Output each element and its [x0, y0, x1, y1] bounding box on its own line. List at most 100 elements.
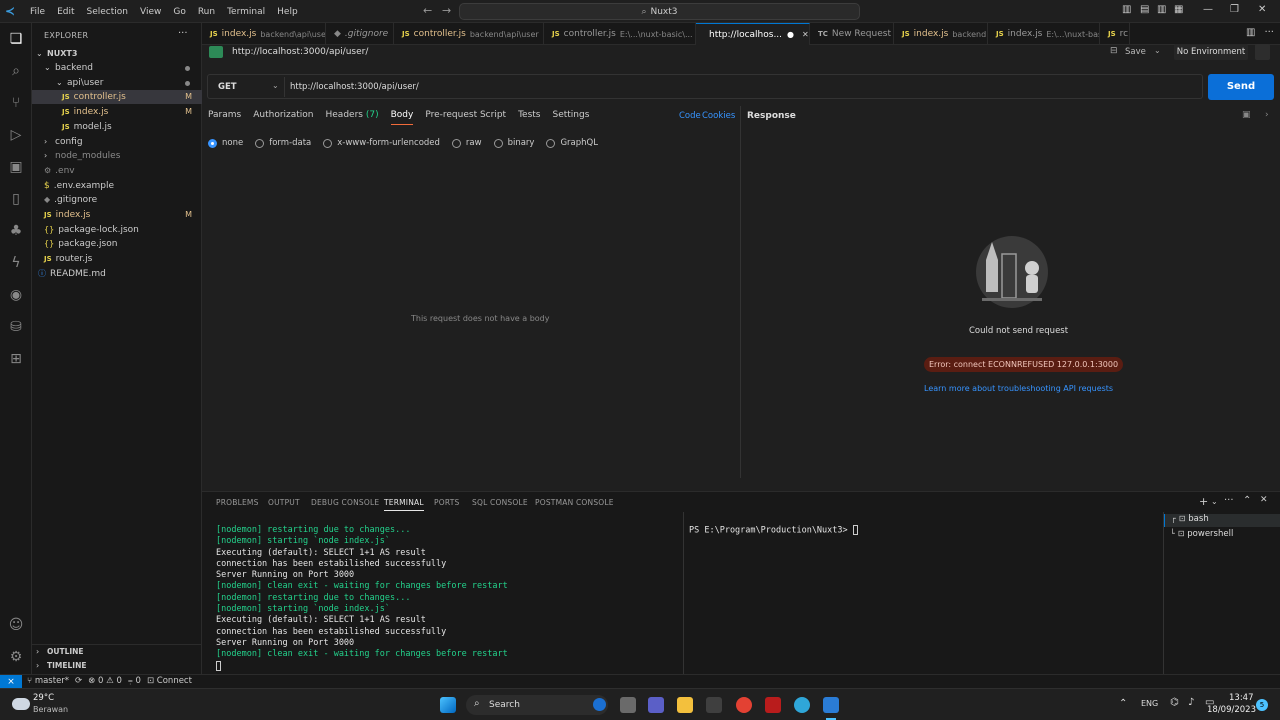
tray-overflow-icon[interactable]: ⌃: [1119, 698, 1127, 709]
tree-item[interactable]: JS index.js M: [32, 105, 202, 119]
database-icon[interactable]: ⛁: [6, 317, 26, 337]
temperature[interactable]: 29°C: [33, 693, 54, 703]
tree-item[interactable]: {} package.json: [32, 237, 202, 251]
more-actions-icon[interactable]: ···: [178, 28, 188, 39]
source-control-icon[interactable]: ⑂: [6, 93, 26, 113]
tab-settings[interactable]: Settings: [552, 110, 589, 125]
remote-indicator-icon[interactable]: ⨯: [0, 675, 22, 689]
problems-indicator[interactable]: ⊗ 0 ⚠ 0: [88, 676, 122, 686]
outline-section[interactable]: › OUTLINE: [32, 644, 202, 658]
tree-item[interactable]: JS index.js M: [32, 208, 202, 222]
language-indicator[interactable]: ENG: [1141, 699, 1158, 708]
method-dropdown-icon[interactable]: ⌄: [272, 81, 279, 90]
ports-indicator[interactable]: ⩦ 0: [128, 676, 141, 686]
menu-selection[interactable]: Selection: [81, 7, 134, 17]
editor-tab[interactable]: http://localhos... ● ✕: [696, 23, 810, 45]
tab-body[interactable]: Body: [390, 110, 414, 125]
tab-problems[interactable]: PROBLEMS: [216, 498, 259, 507]
editor-tab[interactable]: TC New Request: [810, 23, 894, 45]
editor-tab[interactable]: ◆ .gitignore: [326, 23, 394, 45]
troubleshoot-link[interactable]: Learn more about troubleshooting API req…: [924, 384, 1113, 393]
environment-quick-look-icon[interactable]: [1255, 44, 1270, 60]
thunder-icon[interactable]: ϟ: [6, 253, 26, 273]
editor-tab[interactable]: JS rc: [1100, 23, 1130, 45]
terminal-output[interactable]: [nodemon] restarting due to changes... [n…: [216, 525, 508, 661]
tree-item[interactable]: ◆ .gitignore: [32, 193, 202, 207]
close-window-icon[interactable]: ✕: [1258, 4, 1266, 15]
task-view-icon[interactable]: [620, 697, 636, 713]
windows-start-icon[interactable]: [440, 697, 456, 713]
more-actions-icon[interactable]: ···: [1224, 495, 1234, 506]
network-icon[interactable]: ⌬: [1170, 697, 1179, 708]
radio-binary[interactable]: binary: [493, 138, 534, 148]
menu-run[interactable]: Run: [192, 7, 221, 17]
editor-tab[interactable]: JSindex.jsbackend\api\userM: [202, 23, 326, 45]
toggle-secondary-sidebar-icon[interactable]: ▥: [1157, 4, 1166, 15]
clock-date[interactable]: 18/09/2023: [1207, 705, 1256, 715]
tab-authorization[interactable]: Authorization: [253, 110, 313, 125]
tab-sql-console[interactable]: SQL CONSOLE: [472, 498, 528, 507]
sync-icon[interactable]: ⟳: [75, 676, 82, 686]
terminal-dropdown-icon[interactable]: ⌄: [1211, 497, 1218, 506]
settings-gear-icon[interactable]: ⚙: [6, 647, 26, 667]
terminal-item-bash[interactable]: ┌ ⊡ bash: [1164, 514, 1280, 527]
tab-postman-console[interactable]: POSTMAN CONSOLE: [535, 498, 614, 507]
extensions-icon[interactable]: ▣: [6, 157, 26, 177]
radio-urlencoded[interactable]: x-www-form-urlencoded: [323, 138, 440, 148]
tree-item[interactable]: › config: [32, 135, 202, 149]
device-icon[interactable]: ▯: [6, 189, 26, 209]
editor-tab[interactable]: JSindex.jsbackendM: [894, 23, 988, 45]
new-terminal-icon[interactable]: +: [1199, 495, 1208, 508]
forward-arrow-icon[interactable]: →: [442, 4, 451, 17]
tree-item[interactable]: JS controller.js M: [32, 90, 202, 105]
customize-layout-icon[interactable]: ▦: [1174, 4, 1183, 15]
chrome-icon[interactable]: [736, 697, 752, 713]
environment-select[interactable]: No Environment: [1174, 44, 1248, 60]
editor-tab[interactable]: JScontroller.jsbackend\api\userM: [394, 23, 544, 45]
explorer-icon[interactable]: ❏: [6, 29, 26, 49]
powershell-prompt[interactable]: PS E:\Program\Production\Nuxt3>: [689, 525, 858, 537]
edge-icon[interactable]: [794, 697, 810, 713]
method-select[interactable]: GET: [218, 82, 237, 92]
tab-debug-console[interactable]: DEBUG CONSOLE: [311, 498, 379, 507]
tree-item[interactable]: ⌄ api\user: [32, 76, 202, 90]
tree-item[interactable]: ⓘ README.md: [32, 267, 202, 281]
tab-pre-request-script[interactable]: Pre-request Script: [425, 110, 506, 125]
timeline-section[interactable]: › TIMELINE: [32, 659, 202, 673]
accounts-icon[interactable]: ☺: [6, 615, 26, 635]
url-input[interactable]: http://localhost:3000/api/user/: [290, 82, 419, 92]
close-panel-icon[interactable]: ✕: [1260, 495, 1268, 505]
radio-none[interactable]: none: [208, 138, 243, 148]
menu-go[interactable]: Go: [167, 7, 191, 17]
close-tab-icon[interactable]: ✕: [802, 30, 809, 39]
cookies-link[interactable]: Cookies: [702, 111, 735, 121]
tab-params[interactable]: Params: [208, 110, 241, 125]
tree-item[interactable]: {} package-lock.json: [32, 223, 202, 237]
filezilla-icon[interactable]: [765, 697, 781, 713]
search-icon[interactable]: ⌕: [6, 61, 26, 81]
menu-terminal[interactable]: Terminal: [221, 7, 271, 17]
terminal-item-powershell[interactable]: └ ⊡ powershell: [1164, 529, 1280, 542]
tree-item[interactable]: ⌄ backend: [32, 61, 202, 75]
minimize-icon[interactable]: —: [1203, 4, 1213, 15]
tree-item[interactable]: JS model.js: [32, 120, 202, 134]
toggle-panel-icon[interactable]: ▤: [1140, 4, 1149, 15]
radio-graphql[interactable]: GraphQL: [546, 138, 598, 148]
clock-time[interactable]: 13:47: [1229, 693, 1254, 703]
python-icon[interactable]: ♣: [6, 221, 26, 241]
branch-indicator[interactable]: ⑂ master*: [27, 676, 69, 686]
git-graph-icon[interactable]: ⊞: [6, 349, 26, 369]
layout-toggle-icon[interactable]: ▣: [1242, 110, 1251, 120]
restore-icon[interactable]: ❐: [1230, 4, 1239, 15]
radio-form-data[interactable]: form-data: [255, 138, 311, 148]
split-editor-icon[interactable]: ▥: [1246, 27, 1255, 38]
workspace-root[interactable]: ⌄ NUXT3: [32, 47, 202, 61]
back-arrow-icon[interactable]: ←: [423, 4, 432, 17]
toggle-sidebar-icon[interactable]: ▥: [1122, 4, 1131, 15]
more-actions-icon[interactable]: ···: [1264, 27, 1274, 38]
file-explorer-icon[interactable]: [677, 697, 693, 713]
code-link[interactable]: Code: [679, 111, 701, 121]
notification-badge[interactable]: 5: [1256, 699, 1268, 711]
tree-item[interactable]: $ .env.example: [32, 179, 202, 193]
postman-icon[interactable]: ◉: [6, 285, 26, 305]
